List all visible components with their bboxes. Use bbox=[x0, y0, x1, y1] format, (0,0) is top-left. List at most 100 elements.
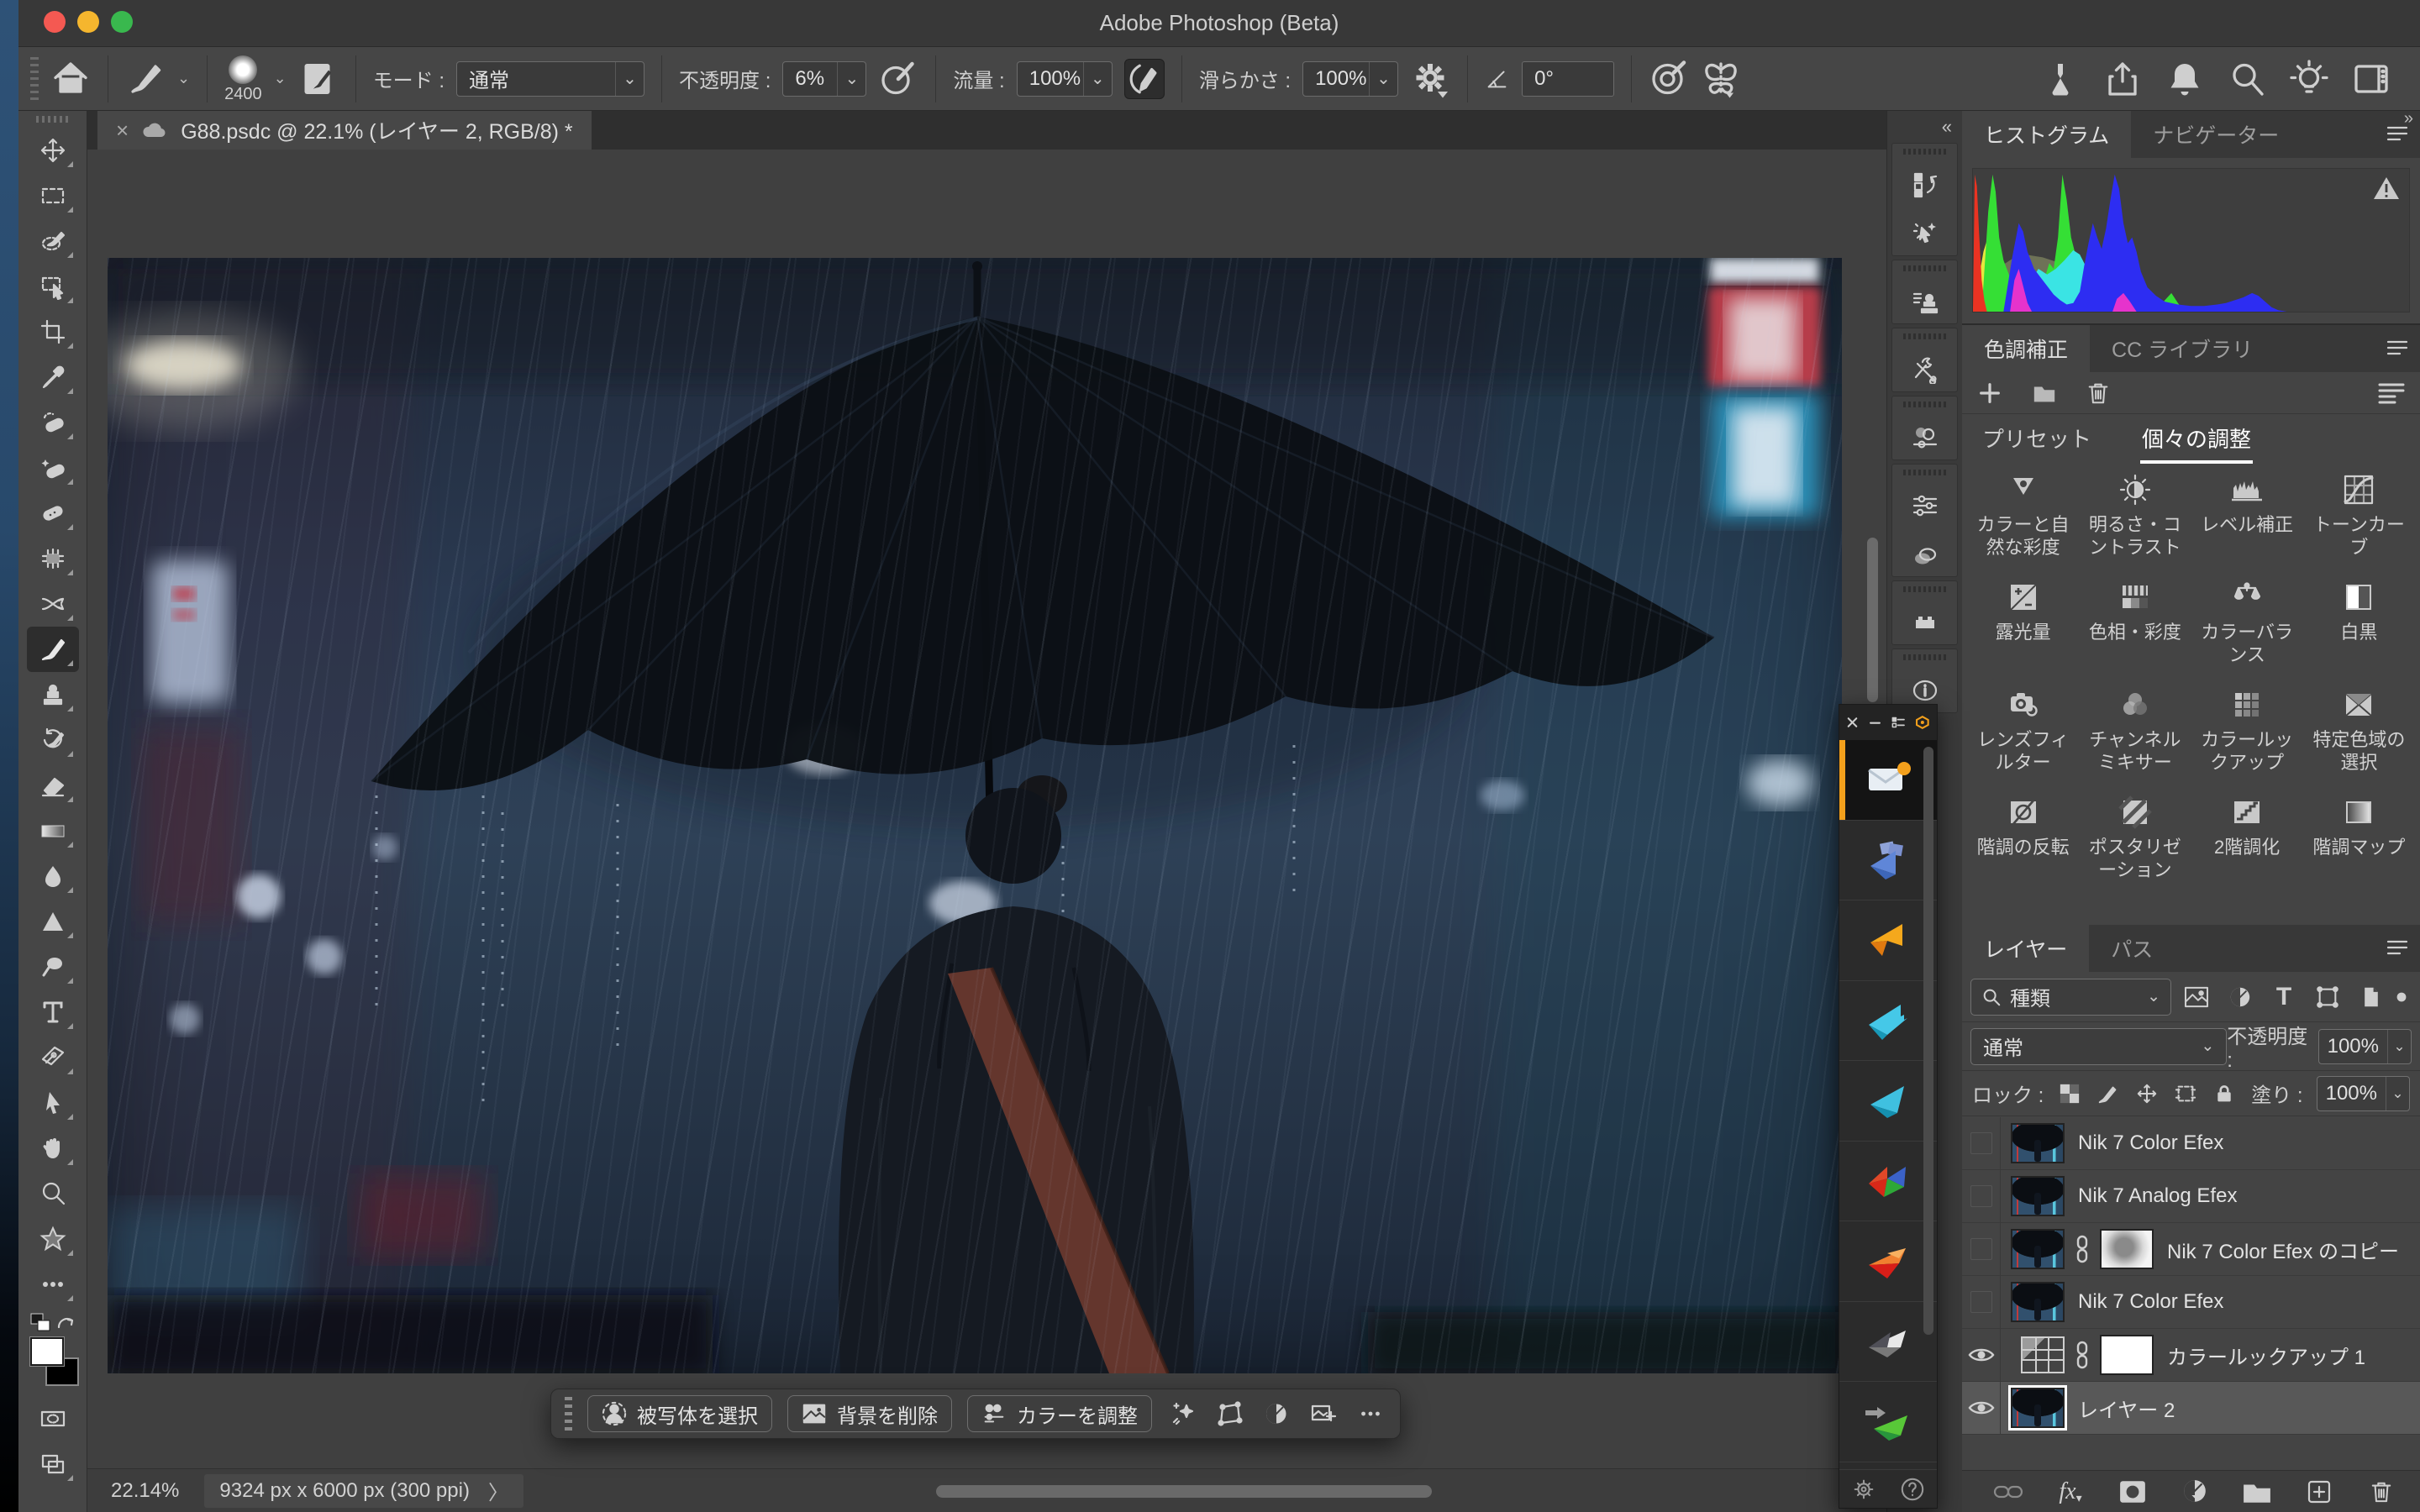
tool-gradient[interactable] bbox=[27, 808, 79, 853]
tool-move[interactable] bbox=[27, 128, 79, 173]
new-layer-button[interactable] bbox=[2302, 1477, 2336, 1507]
link-layers-button[interactable] bbox=[1991, 1477, 2025, 1507]
nik-item-collage-blue[interactable] bbox=[1839, 821, 1937, 901]
layer-thumbnail[interactable] bbox=[2011, 1176, 2065, 1216]
add-mask-button[interactable] bbox=[2116, 1477, 2149, 1507]
nik-item-cyan-stack[interactable] bbox=[1839, 981, 1937, 1062]
generative-fill-button[interactable] bbox=[1167, 1396, 1199, 1431]
canvas-pasteboard[interactable] bbox=[87, 150, 1886, 1468]
layer-opacity-field[interactable]: 100% ⌄ bbox=[2318, 1029, 2412, 1064]
mask-link-icon[interactable] bbox=[2075, 1235, 2090, 1263]
new-group-button[interactable] bbox=[2240, 1477, 2274, 1507]
filter-toggle-partial[interactable] bbox=[2396, 979, 2412, 1016]
visibility-toggle[interactable] bbox=[1962, 1276, 2001, 1328]
document-tab[interactable]: × G88.psdc @ 22.1% (レイヤー 2, RGB/8) * bbox=[97, 111, 592, 150]
adj-levels[interactable]: レベル補正 bbox=[2191, 473, 2303, 559]
layer-fill-field[interactable]: 100% ⌄ bbox=[2317, 1076, 2410, 1111]
toolbar-ellipsis[interactable] bbox=[27, 1262, 79, 1307]
toolbar-grip[interactable] bbox=[36, 116, 70, 123]
tab-close-icon[interactable]: × bbox=[116, 118, 129, 144]
visibility-toggle[interactable] bbox=[1962, 1117, 2001, 1169]
layer-effects-button[interactable]: fx▾ bbox=[2054, 1477, 2087, 1507]
layer-thumbnail[interactable] bbox=[2011, 1388, 2065, 1428]
pressure-opacity-toggle[interactable] bbox=[878, 59, 918, 99]
window-zoom-button[interactable] bbox=[111, 11, 133, 33]
tool-clone-stamp[interactable] bbox=[27, 672, 79, 717]
help-icon[interactable] bbox=[1900, 1477, 1925, 1502]
dock-grip[interactable] bbox=[1903, 654, 1947, 660]
color-lookup-layer-icon[interactable] bbox=[2021, 1336, 2065, 1373]
tool-blur[interactable] bbox=[27, 853, 79, 899]
adj-selective-color[interactable]: 特定色域の選択 bbox=[2303, 688, 2415, 774]
layer-mask-thumbnail[interactable] bbox=[2100, 1229, 2154, 1269]
adj-channel-mixer[interactable]: チャンネルミキサー bbox=[2079, 688, 2191, 774]
tool-crop[interactable] bbox=[27, 309, 79, 354]
smoothing-options-button[interactable] bbox=[1410, 59, 1450, 99]
flow-field[interactable]: 100% ⌄ bbox=[1017, 61, 1113, 97]
smoothing-field[interactable]: 100% ⌄ bbox=[1302, 61, 1398, 97]
blend-mode-select[interactable]: 通常 ⌄ bbox=[456, 61, 644, 97]
layer-row[interactable]: カラールックアップ 1 bbox=[1962, 1329, 2420, 1382]
tab-histogram[interactable]: ヒストグラム bbox=[1962, 111, 2131, 158]
document-vertical-scrollbar[interactable] bbox=[1867, 538, 1878, 702]
layer-row[interactable]: Nik 7 Color Efex bbox=[1962, 1117, 2420, 1170]
nik-item-multicolor[interactable] bbox=[1839, 1142, 1937, 1222]
adj-color-lookup[interactable]: カラールックアップ bbox=[2191, 688, 2303, 774]
nik-scrollbar[interactable] bbox=[1923, 747, 1933, 1335]
brush-tip-picker[interactable]: 2400 bbox=[224, 55, 262, 102]
nik-item-sharpener-in[interactable] bbox=[1839, 1382, 1937, 1462]
screen-mode-button[interactable] bbox=[27, 1441, 79, 1487]
minimize-icon[interactable] bbox=[1869, 713, 1881, 732]
canvas-image[interactable] bbox=[108, 258, 1842, 1373]
visibility-toggle[interactable] bbox=[1962, 1382, 2001, 1434]
adj-color-balance[interactable]: カラーバランス bbox=[2191, 580, 2303, 666]
home-button[interactable] bbox=[50, 59, 91, 99]
panel-menu-icon[interactable] bbox=[2386, 938, 2408, 957]
tab-navigator[interactable]: ナビゲーター bbox=[2131, 111, 2301, 158]
tool-eyedropper[interactable] bbox=[27, 354, 79, 400]
gradients-panel-button[interactable] bbox=[1902, 536, 1949, 573]
tool-dodge[interactable] bbox=[27, 944, 79, 990]
adj-black-white[interactable]: 白黒 bbox=[2303, 580, 2415, 666]
lock-pixels-button[interactable] bbox=[2096, 1081, 2121, 1106]
dock-grip[interactable] bbox=[1903, 470, 1947, 475]
search-button[interactable] bbox=[2227, 59, 2267, 99]
trash-icon[interactable] bbox=[2086, 381, 2110, 406]
layer-thumbnail[interactable] bbox=[2011, 1229, 2065, 1269]
share-button[interactable] bbox=[2102, 59, 2143, 99]
nik-item-cyan-single[interactable] bbox=[1839, 1061, 1937, 1142]
default-colors-icon[interactable] bbox=[30, 1313, 52, 1333]
tool-healing-brush[interactable] bbox=[27, 400, 79, 445]
visibility-toggle[interactable] bbox=[1962, 1329, 2001, 1381]
taskbar-grip[interactable] bbox=[565, 1397, 572, 1431]
adj-posterize[interactable]: ポスタリゼーション bbox=[2079, 795, 2191, 881]
adj-gradient-map[interactable]: 階調マップ bbox=[2303, 795, 2415, 881]
tool-path-select[interactable] bbox=[27, 1080, 79, 1126]
delete-layer-button[interactable] bbox=[2365, 1477, 2398, 1507]
window-minimize-button[interactable] bbox=[77, 11, 99, 33]
tool-remove[interactable] bbox=[27, 491, 79, 536]
color-mixer-panel-button[interactable] bbox=[1902, 419, 1949, 456]
folder-icon[interactable] bbox=[2031, 381, 2058, 406]
adj-curves[interactable]: トーンカーブ bbox=[2303, 473, 2415, 559]
tool-shape[interactable] bbox=[27, 1216, 79, 1262]
tool-selection-brush[interactable] bbox=[27, 218, 79, 264]
list-view-icon[interactable] bbox=[1891, 713, 1905, 732]
adjust-color-button[interactable]: カラーを調整 bbox=[967, 1395, 1152, 1432]
tool-options-panel-button[interactable] bbox=[1902, 351, 1949, 388]
pressure-size-toggle[interactable] bbox=[1649, 59, 1689, 99]
adj-color-vibrance[interactable]: カラーと自然な彩度 bbox=[1967, 473, 2079, 559]
lock-transparency-button[interactable] bbox=[2057, 1081, 2082, 1106]
history-panel-button[interactable] bbox=[1902, 166, 1949, 203]
workspace-switcher-button[interactable] bbox=[2351, 59, 2391, 99]
swap-colors-icon[interactable] bbox=[55, 1314, 76, 1332]
tool-type[interactable] bbox=[27, 990, 79, 1035]
tool-eraser[interactable] bbox=[27, 763, 79, 808]
color-swatches[interactable] bbox=[27, 1337, 79, 1396]
tool-spot-healing[interactable] bbox=[27, 445, 79, 491]
dock-grip[interactable] bbox=[1903, 333, 1947, 339]
adj-invert[interactable]: 階調の反転 bbox=[1967, 795, 2079, 881]
layer-row[interactable]: Nik 7 Analog Efex bbox=[1962, 1170, 2420, 1223]
nik-item-sharpener-out[interactable] bbox=[1839, 1462, 1937, 1470]
paint-symmetry-button[interactable] bbox=[1701, 59, 1741, 99]
